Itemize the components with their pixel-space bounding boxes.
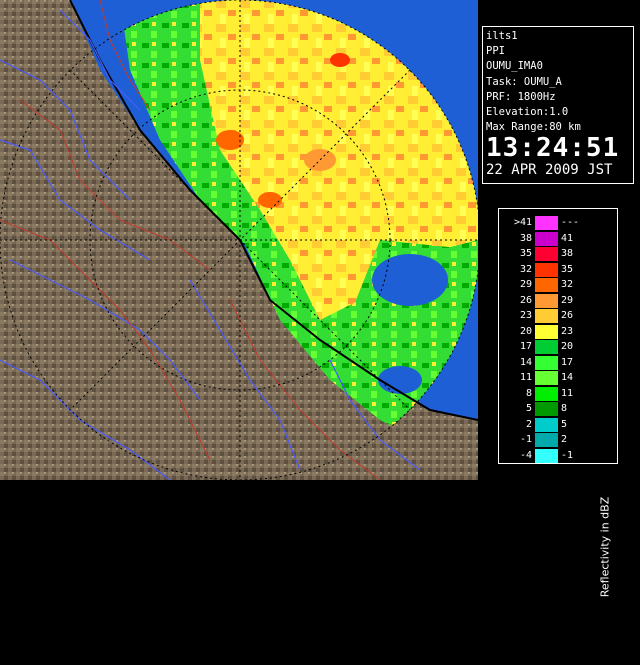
legend-low-value: 26 <box>519 294 532 306</box>
legend-high-value: 5 <box>561 418 568 430</box>
legend-high-value: 29 <box>561 294 574 306</box>
legend-color-swatch <box>535 309 558 323</box>
legend-color-swatch <box>535 371 558 385</box>
legend-low-value: 32 <box>519 263 532 275</box>
product-type: PPI <box>486 45 505 58</box>
legend-row: 26 29 <box>499 293 617 309</box>
volume-name: OUMU_IMA0 <box>486 60 543 73</box>
legend-color-swatch <box>535 216 558 230</box>
legend-high-value: 20 <box>561 341 574 352</box>
legend-row: 11 14 <box>499 370 617 386</box>
legend-row: >41 --- <box>499 215 617 231</box>
legend-low-value: 5 <box>525 403 532 414</box>
legend-color-swatch <box>535 231 558 246</box>
legend-color-swatch <box>535 262 558 277</box>
legend-high-value: 14 <box>561 372 574 383</box>
legend-title-text: Reflectivity in dBZ <box>598 496 612 598</box>
task-name: Task: OUMU_A <box>486 75 562 88</box>
info-side-panel: ilts1 PPI OUMU_IMA0 Task: OUMU_A PRF: 18… <box>478 0 640 597</box>
legend-color-swatch <box>535 340 558 354</box>
legend-low-value: 2 <box>525 418 532 430</box>
site-name: ilts1 <box>486 30 518 42</box>
legend-high-value: 11 <box>561 387 574 399</box>
legend-row: 32 35 <box>499 262 617 278</box>
legend-row: 17 20 <box>499 339 617 355</box>
legend-low-value: -4 <box>519 449 532 461</box>
legend-low-value: 29 <box>519 279 532 290</box>
legend-low-value: 8 <box>525 387 532 399</box>
legend-color-swatch <box>535 293 558 308</box>
legend-row: 8 11 <box>499 386 617 402</box>
legend-high-value: 32 <box>561 279 574 290</box>
legend-color-swatch <box>535 324 558 339</box>
legend-high-value: 38 <box>561 248 574 259</box>
radar-info-box: ilts1 PPI OUMU_IMA0 Task: OUMU_A PRF: 18… <box>482 26 634 184</box>
legend-low-value: -1 <box>519 434 532 445</box>
legend-high-value: 2 <box>561 434 568 445</box>
legend-high-value: 41 <box>561 232 574 244</box>
legend-row: 38 41 <box>499 231 617 247</box>
legend-high-value: 17 <box>561 356 574 368</box>
legend-row: 14 17 <box>499 355 617 371</box>
legend-low-value: 20 <box>519 325 532 337</box>
prf-value: PRF: 1800Hz <box>486 90 556 103</box>
legend-color-swatch <box>535 448 558 463</box>
legend-row: 29 32 <box>499 277 617 293</box>
legend-high-value: 26 <box>561 310 574 321</box>
legend-row: 23 26 <box>499 308 617 324</box>
legend-row: 58 <box>499 401 617 417</box>
legend-low-value: 17 <box>519 341 532 352</box>
legend-low-value: 23 <box>519 310 532 321</box>
legend-high-value: -1 <box>561 449 574 461</box>
legend-color-swatch <box>535 433 558 447</box>
legend-title: Reflectivity in dBZ <box>595 429 615 665</box>
legend-color-swatch <box>535 386 558 401</box>
radar-ppi-view[interactable] <box>0 0 478 480</box>
legend-low-value: >41 <box>513 217 532 228</box>
legend-high-value: 8 <box>561 403 568 414</box>
legend-high-value: 23 <box>561 325 574 337</box>
legend-row: 35 38 <box>499 246 617 262</box>
legend-color-swatch <box>535 278 558 292</box>
elevation-value: Elevation:1.0 <box>486 106 569 119</box>
legend-low-value: 38 <box>519 232 532 244</box>
legend-row: 20 23 <box>499 324 617 340</box>
scan-time: 13:24:51 <box>486 133 620 164</box>
legend-color-swatch <box>535 402 558 416</box>
legend-color-swatch <box>535 355 558 370</box>
legend-low-value: 35 <box>519 248 532 259</box>
legend-color-swatch <box>535 417 558 432</box>
legend-low-value: 11 <box>519 372 532 383</box>
legend-high-value: 35 <box>561 263 574 275</box>
legend-low-value: 14 <box>519 356 532 368</box>
scan-date: 22 APR 2009 JST <box>486 162 613 179</box>
legend-color-swatch <box>535 247 558 261</box>
legend-high-value: --- <box>561 217 580 228</box>
reflectivity-legend: >41 --- 38 41 35 38 32 35 29 32 26 29 23 26 20 23 17 20 14… <box>498 208 618 597</box>
